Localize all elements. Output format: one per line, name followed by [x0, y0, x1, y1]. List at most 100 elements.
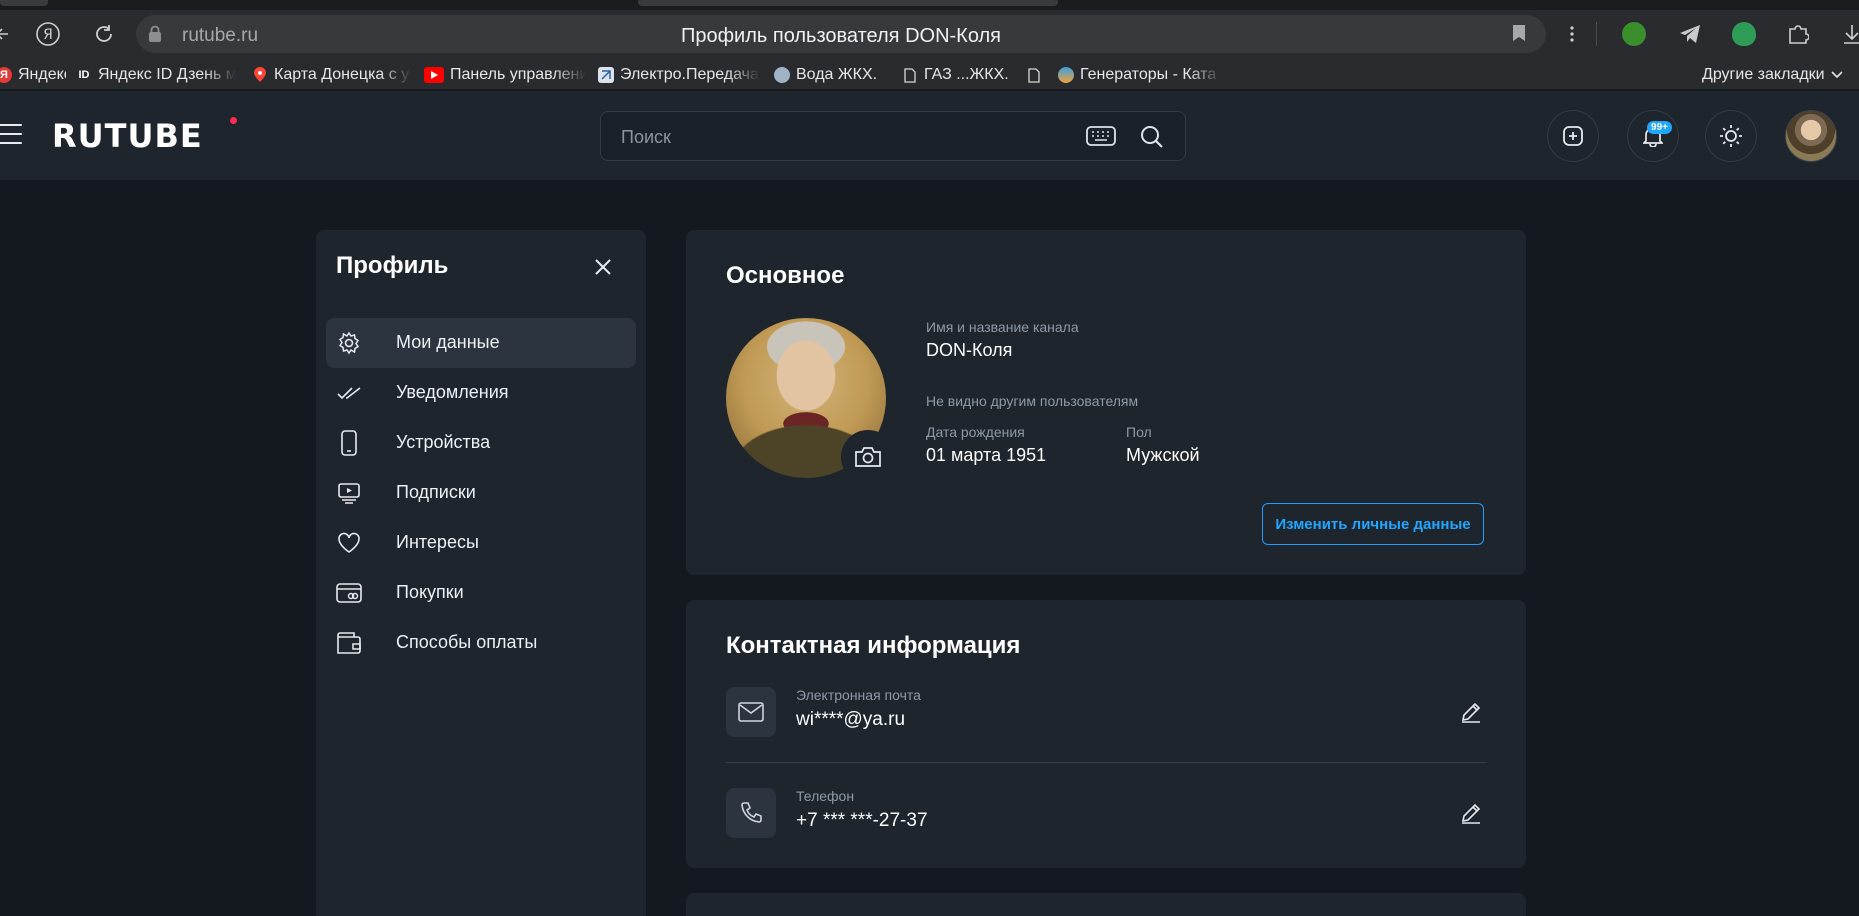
notifications-badge: 99+	[1647, 121, 1672, 134]
back-icon[interactable]	[0, 20, 18, 48]
address-bar[interactable]: rutube.ru Профиль пользователя DON-Коля	[136, 15, 1546, 53]
profile-sidebar: Профиль Мои данные Уведомления Устройств…	[316, 230, 646, 916]
reload-icon[interactable]	[90, 20, 118, 48]
camera-icon	[855, 447, 881, 467]
svg-text:Я: Я	[43, 27, 53, 43]
sidebar-item-label: Способы оплаты	[396, 632, 538, 652]
sidebar-item-my-data[interactable]: Мои данные	[326, 318, 636, 368]
telegram-icon[interactable]	[1676, 20, 1704, 48]
bookmark-item[interactable]: Я Яндекс	[0, 65, 66, 85]
bookmark-item[interactable]: Генераторы - Ката	[1058, 65, 1222, 85]
change-photo-button[interactable]	[841, 430, 895, 484]
user-avatar[interactable]	[1785, 110, 1837, 162]
hidden-note: Не видно другим пользователям	[926, 393, 1139, 409]
gear-icon	[336, 330, 362, 356]
gender-label: Пол	[1126, 424, 1152, 440]
bookmark-item[interactable]: ГАЗ ...ЖКХ.	[902, 65, 1012, 85]
bookmark-icon[interactable]	[1512, 24, 1526, 47]
keyboard-icon[interactable]	[1086, 125, 1116, 152]
sidebar-item-label: Интересы	[396, 532, 479, 552]
bookmark-item[interactable]: Карта Донецка с у	[252, 65, 412, 85]
edit-phone-pencil-icon[interactable]	[1456, 798, 1486, 828]
toolbar-divider	[1596, 22, 1597, 46]
bookmark-label: Панель управлени	[450, 66, 586, 83]
bookmark-item[interactable]	[1026, 65, 1048, 85]
more-menu-icon[interactable]	[1558, 20, 1586, 48]
sidebar-item-label: Подписки	[396, 482, 476, 502]
sidebar-item-label: Устройства	[396, 432, 491, 452]
phone-value: +7 *** ***-27-37	[796, 810, 928, 831]
contact-divider	[726, 762, 1486, 763]
bookmark-item[interactable]: ID Яндекс ID Дзень м	[76, 65, 236, 85]
bookmark-item[interactable]: Электро.Передача	[598, 65, 760, 85]
channel-name-value: DON-Коля	[926, 340, 1013, 360]
browser-toolbar: Я rutube.ru Профиль пользователя DON-Кол…	[0, 10, 1859, 58]
id-icon: ID	[76, 67, 92, 83]
rutube-logo[interactable]: RUTUBE	[52, 117, 203, 155]
channel-name-label: Имя и название канала	[926, 319, 1079, 335]
browser-tab[interactable]	[0, 0, 48, 6]
sidebar-title: Профиль	[336, 252, 449, 279]
plus-square-icon	[1563, 126, 1583, 146]
edit-email-pencil-icon[interactable]	[1456, 697, 1486, 727]
sidebar-item-purchases[interactable]: Покупки	[326, 568, 636, 618]
menu-burger-icon[interactable]	[0, 124, 22, 146]
page-icon	[1026, 67, 1042, 83]
sidebar-item-notifications[interactable]: Уведомления	[326, 368, 636, 418]
sidebar-item-label: Покупки	[396, 582, 464, 602]
download-icon[interactable]	[1838, 20, 1859, 48]
bookmark-label: Вода ЖКХ.	[796, 66, 878, 83]
page-icon	[902, 67, 918, 83]
mail-icon	[726, 687, 776, 737]
extension-frog-icon[interactable]	[1622, 22, 1646, 46]
subscriptions-icon	[336, 480, 362, 506]
bookmark-label: Карта Донецка с у	[274, 66, 410, 83]
sidebar-item-label: Мои данные	[396, 332, 500, 352]
phone-icon	[726, 788, 776, 838]
sun-icon	[1720, 125, 1742, 147]
sidebar-item-subscriptions[interactable]: Подписки	[326, 468, 636, 518]
notifications-button[interactable]: 99+	[1627, 110, 1679, 162]
birth-date-label: Дата рождения	[926, 424, 1025, 440]
search-box	[600, 111, 1186, 161]
email-row: Электронная почта wi****@ya.ru	[726, 675, 1486, 755]
bookmark-label: Яндекс ID Дзень м	[98, 66, 236, 83]
basic-info-card: Основное Имя и название канала DON-Коля …	[686, 230, 1526, 575]
extensions-icon[interactable]	[1784, 20, 1812, 48]
bookmark-item[interactable]: Вода ЖКХ.	[774, 65, 892, 85]
upload-button[interactable]	[1547, 110, 1599, 162]
browser-tab[interactable]	[638, 0, 1058, 6]
bookmark-item[interactable]: Панель управлени	[424, 65, 586, 85]
bookmarks-bar: Я Яндекс ID Яндекс ID Дзень м Карта Доне…	[0, 58, 1859, 90]
yandex-browser-icon[interactable]: Я	[34, 20, 62, 48]
sidebar-item-interests[interactable]: Интересы	[326, 518, 636, 568]
edit-personal-data-button[interactable]: Изменить личные данные	[1262, 503, 1484, 545]
card-icon	[336, 580, 362, 606]
email-value: wi****@ya.ru	[796, 709, 906, 730]
contact-info-card: Контактная информация Электронная почта …	[686, 600, 1526, 868]
bookmark-label: Электро.Передача	[620, 66, 759, 83]
yandex-icon: Я	[0, 67, 12, 83]
bookmark-label: Генераторы - Ката	[1080, 66, 1217, 83]
search-icon[interactable]	[1139, 124, 1165, 155]
bookmark-label: ГАЗ ...ЖКХ.	[924, 66, 1009, 83]
gender-value: Мужской	[1126, 445, 1200, 465]
other-bookmarks[interactable]: Другие закладки	[1702, 65, 1859, 85]
phone-label: Телефон	[796, 788, 855, 804]
other-bookmarks-label: Другие закладки	[1702, 66, 1825, 83]
chevron-down-icon	[1831, 71, 1843, 79]
logo-dot	[230, 117, 237, 124]
sidebar-item-payment-methods[interactable]: Способы оплаты	[326, 618, 636, 668]
search-input[interactable]	[621, 124, 1081, 150]
theme-toggle-button[interactable]	[1705, 110, 1757, 162]
shield-extension-icon[interactable]	[1732, 22, 1756, 46]
profile-menu: Мои данные Уведомления Устройства Подпис…	[326, 318, 636, 668]
sidebar-item-label: Уведомления	[396, 382, 509, 402]
close-icon[interactable]	[588, 252, 618, 282]
next-card	[686, 893, 1526, 916]
phone-row: Телефон +7 *** ***-27-37	[726, 776, 1486, 856]
youtube-icon	[424, 67, 444, 83]
sidebar-item-devices[interactable]: Устройства	[326, 418, 636, 468]
birth-date-value: 01 марта 1951	[926, 445, 1047, 465]
double-check-icon	[336, 380, 362, 406]
